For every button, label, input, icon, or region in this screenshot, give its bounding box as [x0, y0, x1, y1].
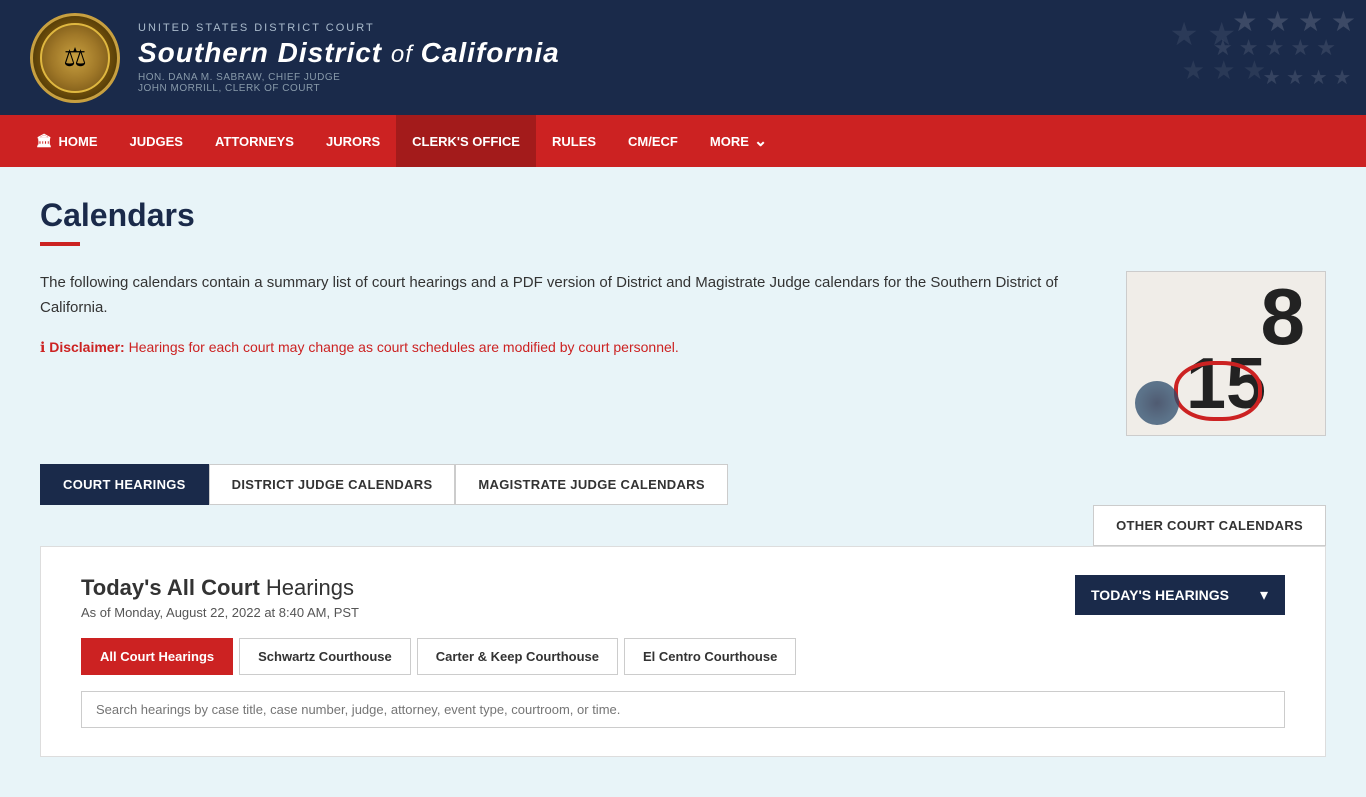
hearings-header: Today's All Court Hearings As of Monday,…: [81, 575, 1285, 620]
hearings-title-bold: Today's All Court: [81, 575, 260, 600]
tab-other-calendars[interactable]: OTHER COURT CALENDARS: [1093, 505, 1326, 546]
description-text: The following calendars contain a summar…: [40, 271, 1096, 321]
courthouse-tab-all[interactable]: All Court Hearings: [81, 638, 233, 675]
header-top-line: United States District Court: [138, 22, 560, 34]
header-text: United States District Court Southern Di…: [138, 22, 560, 94]
hearings-dropdown-select[interactable]: TODAY'S HEARINGS: [1075, 575, 1285, 615]
nav-clerks-office[interactable]: CLERK'S OFFICE: [396, 115, 536, 167]
tabs-container: COURT HEARINGS DISTRICT JUDGE CALENDARS …: [40, 464, 1326, 546]
disclaimer-text: Hearings for each court may change as co…: [129, 339, 679, 355]
court-seal: ⚖: [30, 13, 120, 103]
calendar-number-8: 8: [1261, 277, 1306, 357]
nav-home[interactable]: 🏛 HOME: [20, 115, 114, 167]
page-title: Calendars: [40, 197, 1326, 234]
header-title-of: of: [391, 41, 421, 68]
main-content: Calendars The following calendars contai…: [0, 167, 1366, 797]
header-sub1: Hon. Dana M. Sabraw, Chief Judge: [138, 72, 560, 83]
chevron-down-icon: ⌄: [754, 131, 767, 151]
header-main-title: Southern District of California: [138, 36, 560, 70]
courthouse-tab-schwartz[interactable]: Schwartz Courthouse: [239, 638, 411, 675]
hearings-panel: Today's All Court Hearings As of Monday,…: [40, 546, 1326, 757]
main-nav: 🏛 HOME JUDGES ATTORNEYS JURORS CLERK'S O…: [0, 115, 1366, 167]
home-icon: 🏛: [36, 133, 53, 149]
court-seal-small: [1135, 381, 1179, 425]
hearings-as-of: As of Monday, August 22, 2022 at 8:40 AM…: [81, 605, 359, 620]
nav-more[interactable]: MORE ⌄: [694, 115, 783, 167]
tab-district-judge[interactable]: DISTRICT JUDGE CALENDARS: [209, 464, 456, 505]
tabs-row2: OTHER COURT CALENDARS: [40, 505, 1326, 546]
header-title-part1: Southern District: [138, 37, 391, 68]
header-sub2: John Morrill, Clerk of Court: [138, 83, 560, 94]
calendar-image: 8 15: [1126, 271, 1326, 436]
search-input[interactable]: [81, 691, 1285, 728]
tab-magistrate-judge[interactable]: MAGISTRATE JUDGE CALENDARS: [455, 464, 727, 505]
hearings-dropdown-wrapper[interactable]: TODAY'S HEARINGS ▾: [1075, 575, 1285, 615]
disclaimer: ℹ Disclaimer: Hearings for each court ma…: [40, 337, 1096, 358]
site-header: ★ ★ ★ ★ ★ ★ ★ ★ ★ ★ ★ ★ ★ ★ ★ ★ ★ ★ ⚖ Un…: [0, 0, 1366, 115]
disclaimer-label: Disclaimer:: [49, 339, 124, 355]
tabs-row1: COURT HEARINGS DISTRICT JUDGE CALENDARS …: [40, 464, 1326, 505]
nav-cmecf[interactable]: CM/ECF: [612, 115, 694, 167]
courthouse-tabs: All Court Hearings Schwartz Courthouse C…: [81, 638, 1285, 675]
intro-section: The following calendars contain a summar…: [40, 271, 1326, 436]
hearings-title: Today's All Court Hearings: [81, 575, 359, 601]
tab-court-hearings[interactable]: COURT HEARINGS: [40, 464, 209, 505]
nav-rules[interactable]: RULES: [536, 115, 612, 167]
hearings-title-block: Today's All Court Hearings As of Monday,…: [81, 575, 359, 620]
calendar-number-15: 15: [1186, 348, 1266, 420]
nav-jurors[interactable]: JURORS: [310, 115, 396, 167]
nav-judges[interactable]: JUDGES: [114, 115, 199, 167]
title-underline: [40, 242, 80, 246]
header-title-part2: California: [421, 37, 560, 68]
disclaimer-icon: ℹ: [40, 339, 49, 355]
courthouse-tab-carter[interactable]: Carter & Keep Courthouse: [417, 638, 618, 675]
nav-attorneys[interactable]: ATTORNEYS: [199, 115, 310, 167]
courthouse-tab-el-centro[interactable]: El Centro Courthouse: [624, 638, 796, 675]
intro-text: The following calendars contain a summar…: [40, 271, 1096, 436]
